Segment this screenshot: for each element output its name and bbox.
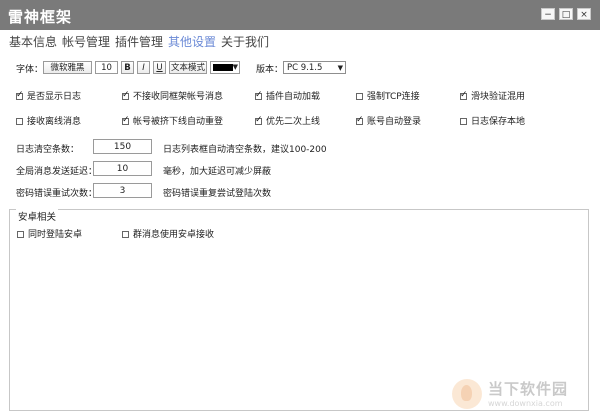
checkbox-box bbox=[255, 90, 263, 100]
checkbox-auto-relogin[interactable]: 帐号被挤下线自动重登 bbox=[122, 114, 223, 127]
checkbox-ignore-same-frame-msg[interactable]: 不接收同框架帐号消息 bbox=[122, 89, 223, 102]
checkbox-label: 滑块验证混用 bbox=[471, 92, 526, 102]
watermark-url: www.downxia.com bbox=[488, 399, 563, 408]
checkbox-box bbox=[356, 93, 363, 100]
tab-account-management[interactable]: 帐号管理 bbox=[62, 33, 110, 50]
checkbox-login-android[interactable]: 同时登陆安卓 bbox=[17, 227, 82, 240]
password-retry-input[interactable]: 3 bbox=[93, 183, 152, 198]
checkbox-box bbox=[255, 115, 263, 125]
text-mode-button[interactable]: 文本模式 bbox=[169, 61, 207, 74]
log-clear-count-input[interactable]: 150 bbox=[93, 139, 152, 154]
color-swatch bbox=[213, 64, 233, 71]
downxia-logo-icon bbox=[452, 379, 482, 409]
checkbox-box bbox=[460, 90, 468, 100]
checkbox-label: 接收离线消息 bbox=[27, 117, 82, 127]
main-window: 雷神框架 − □ × 基本信息 帐号管理 插件管理 其他设置 关于我们 字体： … bbox=[0, 0, 600, 419]
tab-basic-info[interactable]: 基本信息 bbox=[9, 33, 57, 50]
checkbox-box bbox=[356, 115, 364, 125]
watermark: 当下软件园 www.downxia.com bbox=[452, 375, 592, 415]
checkbox-label: 帐号被挤下线自动重登 bbox=[133, 117, 224, 127]
tab-other-settings[interactable]: 其他设置 bbox=[168, 33, 216, 50]
checkbox-box bbox=[122, 90, 130, 100]
send-delay-hint: 毫秒，加大延迟可减少屏蔽 bbox=[163, 167, 272, 177]
checkbox-label: 是否显示日志 bbox=[27, 92, 82, 102]
underline-button[interactable]: U bbox=[153, 61, 166, 74]
close-button[interactable]: × bbox=[577, 8, 591, 20]
checkbox-box bbox=[122, 115, 130, 125]
checkbox-show-log[interactable]: 是否显示日志 bbox=[16, 89, 81, 102]
minimize-button[interactable]: − bbox=[541, 8, 555, 20]
log-clear-count-hint: 日志列表框自动清空条数，建议100-200 bbox=[163, 145, 327, 155]
checkbox-label: 群消息使用安卓接收 bbox=[133, 230, 215, 240]
checkbox-label: 优先二次上线 bbox=[266, 117, 321, 127]
checkbox-slider-verify-mix[interactable]: 滑块验证混用 bbox=[460, 89, 525, 102]
font-size-input[interactable]: 10 bbox=[95, 61, 118, 74]
window-title: 雷神框架 bbox=[8, 8, 73, 26]
checkbox-force-tcp[interactable]: 强制TCP连接 bbox=[356, 89, 420, 102]
bold-button[interactable]: B bbox=[121, 61, 134, 74]
watermark-name: 当下软件园 bbox=[488, 380, 569, 398]
font-color-picker[interactable]: ▼ bbox=[210, 61, 240, 74]
tab-plugin-management[interactable]: 插件管理 bbox=[115, 33, 163, 50]
checkbox-label: 账号自动登录 bbox=[367, 117, 422, 127]
checkbox-receive-offline-msg[interactable]: 接收离线消息 bbox=[16, 114, 81, 127]
checkbox-box bbox=[17, 231, 24, 238]
log-clear-count-label: 日志清空条数： bbox=[16, 145, 80, 155]
chevron-down-icon: ▼ bbox=[337, 64, 343, 72]
checkbox-label: 不接收同框架帐号消息 bbox=[133, 92, 224, 102]
password-retry-hint: 密码错误重复尝试登陆次数 bbox=[163, 189, 272, 199]
send-delay-input[interactable]: 10 bbox=[93, 161, 152, 176]
checkbox-plugin-autoload[interactable]: 插件自动加载 bbox=[255, 89, 320, 102]
checkbox-label: 插件自动加载 bbox=[266, 92, 321, 102]
italic-button[interactable]: I bbox=[137, 61, 150, 74]
version-select[interactable]: PC 9.1.5 ▼ bbox=[283, 61, 346, 74]
checkbox-box bbox=[16, 90, 24, 100]
checkbox-save-log-local[interactable]: 日志保存本地 bbox=[460, 114, 525, 127]
title-bar: 雷神框架 − □ × bbox=[0, 0, 600, 30]
password-retry-label: 密码错误重试次数： bbox=[16, 189, 98, 199]
font-label: 字体： bbox=[16, 65, 44, 75]
maximize-button[interactable]: □ bbox=[559, 8, 573, 20]
checkbox-group-msg-android[interactable]: 群消息使用安卓接收 bbox=[122, 227, 214, 240]
chevron-down-icon: ▼ bbox=[232, 63, 238, 71]
tab-about-us[interactable]: 关于我们 bbox=[221, 33, 269, 50]
send-delay-label: 全局消息发送延迟： bbox=[16, 167, 98, 177]
font-name-button[interactable]: 微软雅黑 bbox=[43, 61, 92, 74]
checkbox-box bbox=[16, 118, 23, 125]
checkbox-label: 同时登陆安卓 bbox=[28, 230, 83, 240]
checkbox-label: 日志保存本地 bbox=[471, 117, 526, 127]
checkbox-box bbox=[122, 231, 129, 238]
checkbox-account-auto-login[interactable]: 账号自动登录 bbox=[356, 114, 421, 127]
version-value: PC 9.1.5 bbox=[287, 63, 323, 73]
version-label: 版本： bbox=[256, 65, 284, 75]
checkbox-prefer-second-login[interactable]: 优先二次上线 bbox=[255, 114, 320, 127]
checkbox-label: 强制TCP连接 bbox=[367, 92, 420, 102]
android-group-title: 安卓相关 bbox=[16, 209, 59, 223]
checkbox-box bbox=[460, 118, 467, 125]
